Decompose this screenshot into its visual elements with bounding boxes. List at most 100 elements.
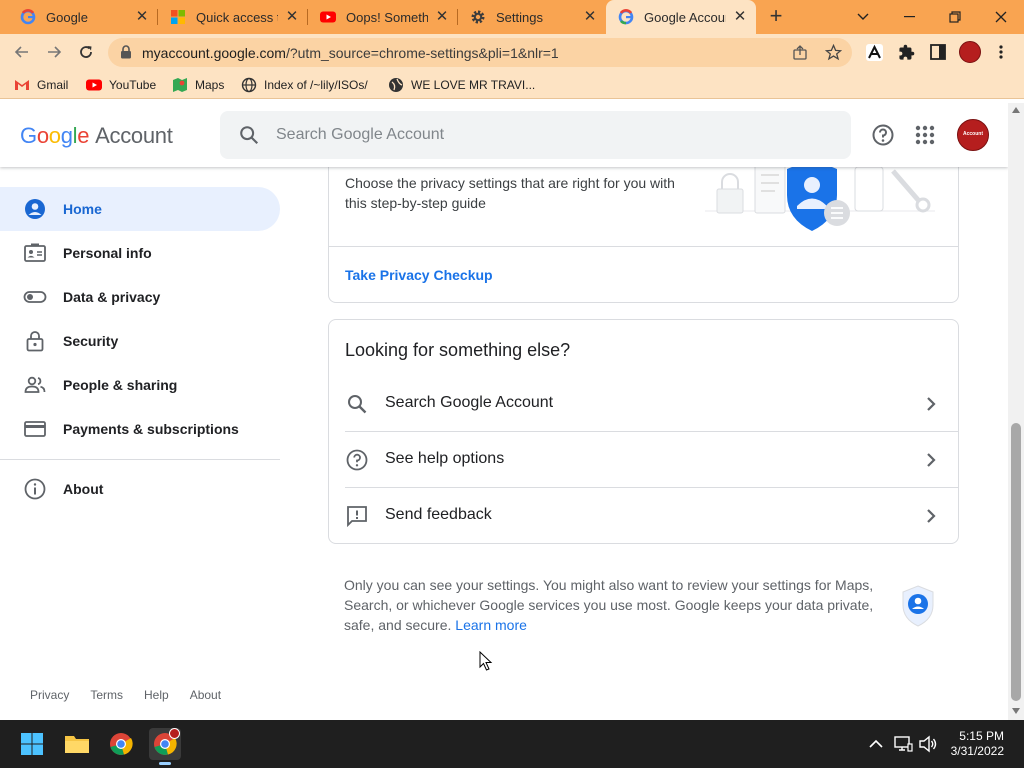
sidebar-item-people-sharing[interactable]: People & sharing xyxy=(0,363,280,407)
looking-for-something-else-card: Looking for something else? Search Googl… xyxy=(328,319,959,544)
help-options-row[interactable]: See help options xyxy=(345,431,959,487)
sidebar-item-home[interactable]: Home xyxy=(0,187,280,231)
scrollbar-thumb[interactable] xyxy=(1011,423,1021,701)
search-icon xyxy=(348,395,367,414)
bookmark-gmail[interactable]: Gmail xyxy=(14,76,68,94)
file-explorer-button[interactable] xyxy=(61,728,93,760)
google-wordmark: Google xyxy=(20,123,90,148)
sidebar-item-personal-info[interactable]: Personal info xyxy=(0,231,280,275)
url-path: /?utm_source=chrome-settings&pli=1&nlr=1 xyxy=(285,45,559,61)
globe-icon xyxy=(241,77,257,93)
microsoft-icon xyxy=(171,10,185,24)
close-window-button[interactable] xyxy=(978,0,1024,34)
bookmark-index-isos[interactable]: Index of /~lily/ISOs/ xyxy=(241,76,368,94)
bookmark-we-love[interactable]: WE LOVE MR TRAVI... xyxy=(388,76,535,94)
chrome-taskbar-button[interactable] xyxy=(105,728,137,760)
reload-button[interactable] xyxy=(74,40,98,64)
footer-privacy-link[interactable]: Privacy xyxy=(30,688,69,702)
volume-icon[interactable] xyxy=(918,734,938,754)
address-bar[interactable]: myaccount.google.com/?utm_source=chrome-… xyxy=(108,38,852,67)
google-g-icon xyxy=(20,9,36,25)
tab-search-chevron-icon[interactable] xyxy=(840,0,886,34)
close-tab-icon[interactable]: ✕ xyxy=(732,9,748,25)
footer-help-link[interactable]: Help xyxy=(144,688,169,702)
chevron-up-icon[interactable] xyxy=(866,734,886,754)
start-button[interactable] xyxy=(16,728,48,760)
scroll-up-arrow-icon[interactable] xyxy=(1012,107,1020,113)
search-box[interactable] xyxy=(220,111,851,159)
page-scrollbar[interactable] xyxy=(1008,103,1024,720)
row-label: Search Google Account xyxy=(385,394,554,411)
tab-google-account[interactable]: Google Account ✕ xyxy=(606,0,756,34)
sidebar-item-security[interactable]: Security xyxy=(0,319,280,363)
profile-avatar[interactable] xyxy=(959,41,981,63)
close-tab-icon[interactable]: ✕ xyxy=(582,9,598,25)
info-icon xyxy=(24,478,46,500)
people-icon xyxy=(24,376,46,393)
chrome-profile-taskbar-button[interactable] xyxy=(149,728,181,765)
apps-grid-icon[interactable] xyxy=(913,123,937,147)
id-card-icon xyxy=(24,243,46,262)
puzzle-extensions-icon[interactable] xyxy=(898,44,915,61)
gear-icon xyxy=(471,10,485,24)
tab-quick-access[interactable]: Quick access to ✕ xyxy=(158,0,308,34)
toggle-icon xyxy=(23,291,47,303)
back-button[interactable] xyxy=(10,40,34,64)
system-clock[interactable]: 5:15 PM 3/31/2022 xyxy=(946,729,1004,759)
card-divider xyxy=(329,246,958,247)
footer-about-link[interactable]: About xyxy=(190,688,221,702)
tab-google[interactable]: Google ✕ xyxy=(8,0,158,34)
menu-kebab-icon[interactable] xyxy=(998,44,1004,60)
forward-button[interactable] xyxy=(42,40,66,64)
minimize-button[interactable] xyxy=(886,0,932,34)
row-label: See help options xyxy=(385,450,505,467)
learn-more-link[interactable]: Learn more xyxy=(455,617,527,633)
new-tab-button[interactable]: + xyxy=(764,5,788,28)
side-panel-icon[interactable] xyxy=(930,44,946,60)
sidebar-item-data-privacy[interactable]: Data & privacy xyxy=(0,275,280,319)
account-avatar[interactable]: Account xyxy=(957,119,989,151)
scroll-down-arrow-icon[interactable] xyxy=(1012,708,1020,714)
tab-title: Quick access to xyxy=(196,9,278,25)
star-icon[interactable] xyxy=(825,44,842,61)
close-tab-icon[interactable]: ✕ xyxy=(434,9,450,25)
url-domain: myaccount.google.com xyxy=(142,45,286,61)
search-account-row[interactable]: Search Google Account xyxy=(345,376,959,432)
bookmark-label: Gmail xyxy=(37,78,69,92)
lock-icon[interactable] xyxy=(120,45,132,59)
bookmark-maps[interactable]: Maps xyxy=(172,76,224,94)
tab-title: Settings xyxy=(496,9,543,25)
restore-button[interactable] xyxy=(932,0,978,34)
share-icon[interactable] xyxy=(792,45,808,61)
sidebar-item-payments[interactable]: Payments & subscriptions xyxy=(0,407,280,451)
account-header: Google Account Account xyxy=(0,103,1008,167)
windows-taskbar: 5:15 PM 3/31/2022 xyxy=(0,720,1024,768)
send-feedback-row[interactable]: Send feedback xyxy=(345,487,959,543)
profile-badge xyxy=(169,728,180,739)
google-account-logo[interactable]: Google Account xyxy=(20,123,173,149)
bookmark-youtube[interactable]: YouTube xyxy=(86,76,156,94)
account-wordmark: Account xyxy=(95,123,173,148)
active-indicator xyxy=(159,762,171,765)
tab-settings[interactable]: Settings ✕ xyxy=(458,0,606,34)
sidebar-item-about[interactable]: About xyxy=(0,467,280,511)
feedback-icon xyxy=(347,506,367,528)
close-tab-icon[interactable]: ✕ xyxy=(134,9,150,25)
help-icon[interactable] xyxy=(871,123,895,147)
search-icon[interactable] xyxy=(238,124,260,146)
extension-a-icon[interactable] xyxy=(866,44,883,61)
chrome-icon xyxy=(110,733,133,755)
tab-youtube[interactable]: Oops! Somethin ✕ xyxy=(308,0,458,34)
search-input[interactable] xyxy=(276,123,836,147)
bookmark-label: Maps xyxy=(195,78,225,92)
avatar-text: Account xyxy=(963,131,983,137)
privacy-note: Only you can see your settings. You migh… xyxy=(344,575,884,635)
url-text[interactable]: myaccount.google.com/?utm_source=chrome-… xyxy=(142,45,559,61)
footer-terms-link[interactable]: Terms xyxy=(90,688,123,702)
footer-links: Privacy Terms Help About xyxy=(30,688,221,702)
take-privacy-checkup-link[interactable]: Take Privacy Checkup xyxy=(345,267,493,283)
network-icon[interactable] xyxy=(893,734,913,754)
close-tab-icon[interactable]: ✕ xyxy=(284,9,300,25)
privacy-checkup-card: Choose the privacy settings that are rig… xyxy=(328,143,959,303)
browser-tab-strip: Google ✕ Quick access to ✕ Oops! Somethi… xyxy=(0,0,1024,34)
